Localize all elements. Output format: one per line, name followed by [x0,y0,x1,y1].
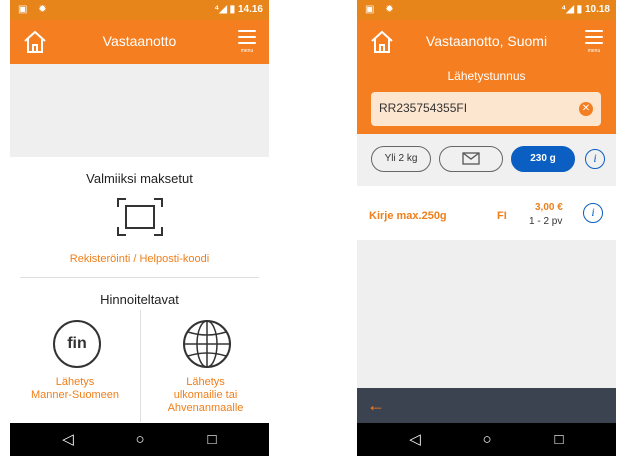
empty-list-area [357,240,616,388]
result-price: 3,00 € [535,202,563,213]
phone-screen-reception: ▣ ✹ ⁴◢ ▮ 14.16 Vastaanotto menu Valmiiks… [10,0,269,456]
back-arrow-icon[interactable]: ← [367,395,385,416]
phone-screen-tracking: ▣ ✹ ⁴◢ ▮ 10.18 Vastaanotto, Suomi menu L… [357,0,616,456]
menu-label: menu [587,48,601,54]
menu-label: menu [240,48,254,54]
info-icon[interactable]: i [585,149,605,169]
section-title-prepaid: Valmiiksi maksetut [86,171,193,186]
home-nav-icon[interactable]: ○ [130,430,150,450]
divider [20,277,259,278]
envelope-icon [462,152,480,165]
register-link[interactable]: Rekisteröinti / Helposti-koodi [10,253,269,265]
page-title: Vastaanotto, Suomi [425,33,548,49]
tracking-code-value: RR235754355FI [379,101,468,115]
recent-apps-icon[interactable]: □ [202,430,222,450]
result-delivery: 1 - 2 pv [529,216,563,227]
home-icon[interactable] [22,29,48,55]
banner-area [10,64,269,157]
result-info-icon[interactable]: i [583,203,603,223]
scan-frame-icon[interactable] [116,197,164,237]
clear-icon[interactable]: ✕ [579,102,593,116]
filter-230g[interactable]: 230 g [511,146,575,172]
page-title: Vastaanotto [102,33,177,49]
menu-button[interactable]: menu [582,28,606,56]
status-clock: ⁴◢ ▮ 10.18 [561,4,610,15]
status-icons: ▣ ✹ [18,4,51,15]
result-name: Kirje max.250g [369,210,447,222]
recent-apps-icon[interactable]: □ [549,430,569,450]
section-title-priced: Hinnoiteltavat [100,292,179,307]
fin-icon[interactable]: fin [53,320,101,368]
tracking-field-label: Lähetystunnus [447,69,526,83]
android-nav-bar: ◁ ○ □ [10,423,269,456]
hamburger-bar [238,42,256,44]
bottom-action-bar: ← [357,388,616,423]
option-domestic[interactable]: Lähetys Manner-Suomeen [12,376,138,402]
filter-over-2kg[interactable]: Yli 2 kg [371,146,431,172]
status-bar: ▣ ✹ ⁴◢ ▮ 14.16 [10,0,269,20]
result-row[interactable]: Kirje max.250g FI 3,00 € 1 - 2 pv i [357,186,616,240]
app-bar: Vastaanotto, Suomi menu [357,20,616,64]
hamburger-bar [585,42,603,44]
menu-button[interactable]: menu [235,28,259,56]
hamburger-icon [238,30,256,32]
android-nav-bar: ◁ ○ □ [357,423,616,456]
status-clock: ⁴◢ ▮ 14.16 [214,4,263,15]
tracking-header: Lähetystunnus RR235754355FI ✕ [357,64,616,134]
hamburger-bar [238,36,256,38]
hamburger-bar [585,36,603,38]
tracking-code-input[interactable]: RR235754355FI ✕ [371,92,601,126]
app-bar: Vastaanotto menu [10,20,269,64]
result-country: FI [497,210,507,222]
back-nav-icon[interactable]: ◁ [405,430,425,450]
status-icons: ▣ ✹ [365,4,398,15]
filter-envelope[interactable] [439,146,503,172]
fin-label: fin [67,335,87,352]
globe-icon[interactable] [181,318,233,370]
status-bar: ▣ ✹ ⁴◢ ▮ 10.18 [357,0,616,20]
back-nav-icon[interactable]: ◁ [58,430,78,450]
home-nav-icon[interactable]: ○ [477,430,497,450]
hamburger-icon [585,30,603,32]
filter-bar: Yli 2 kg 230 g i [357,134,616,186]
column-divider [140,310,141,422]
home-icon[interactable] [369,29,395,55]
option-abroad[interactable]: Lähetys ulkomailie tai Ahvenanmaalle [142,376,269,415]
